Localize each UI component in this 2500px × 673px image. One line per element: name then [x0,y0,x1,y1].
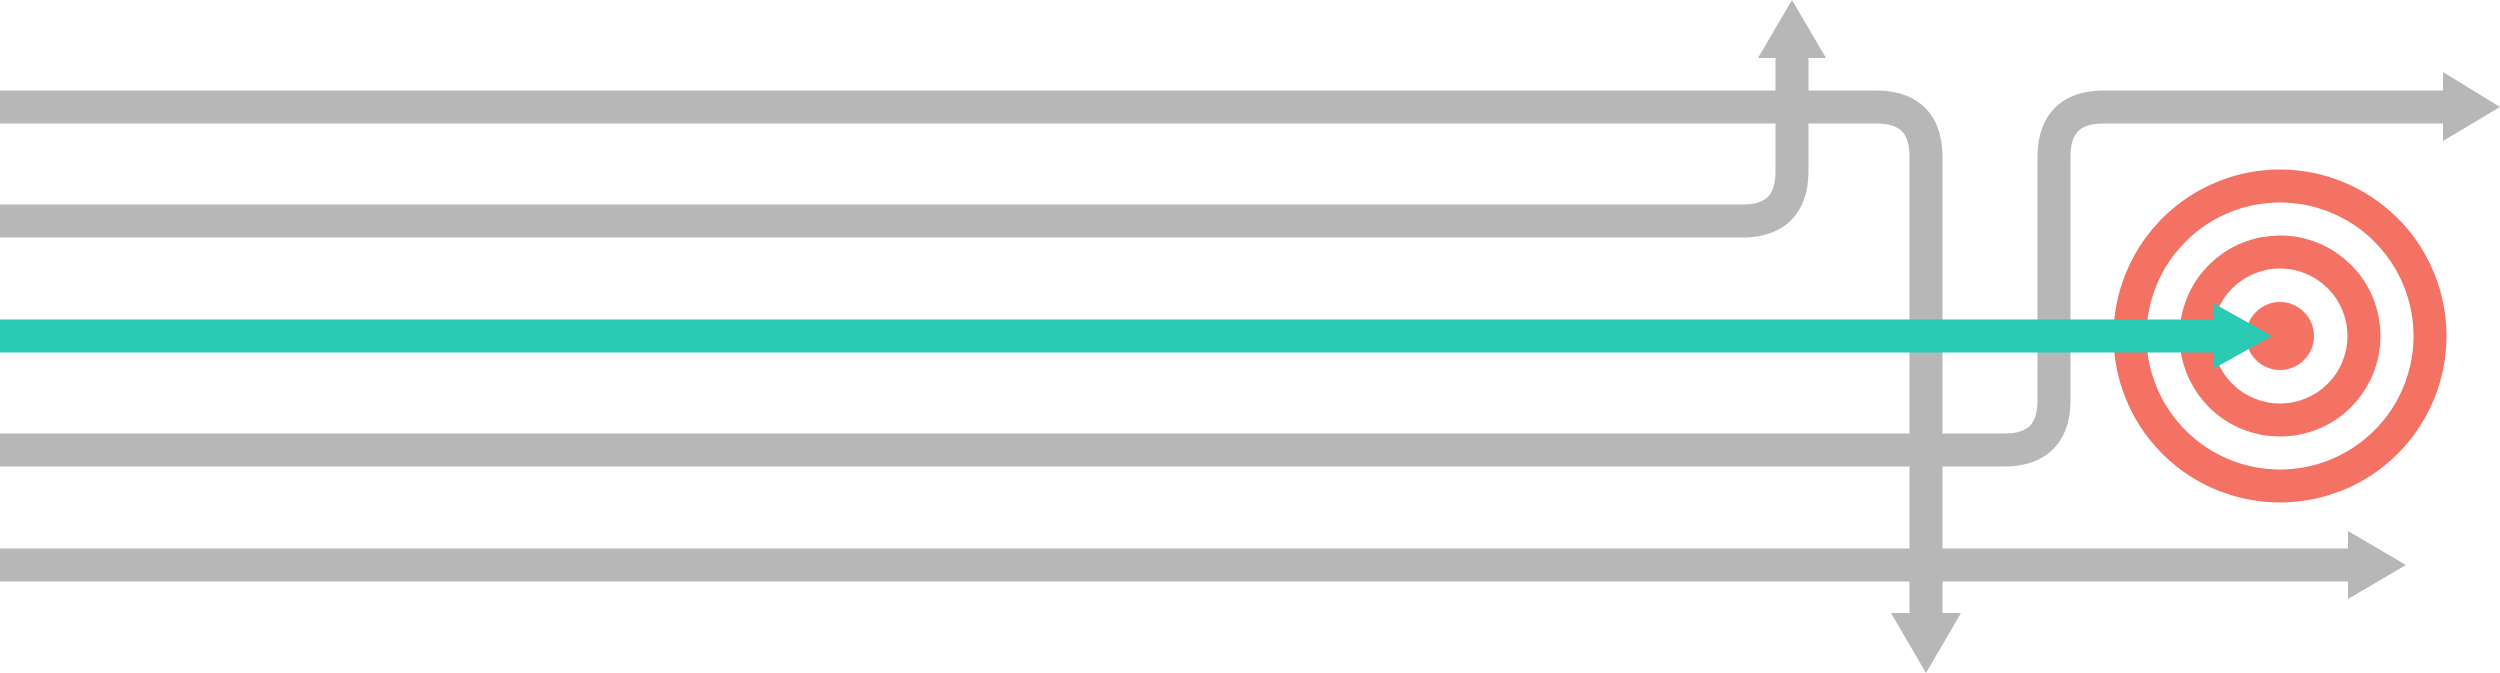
target-paths-diagram [0,0,2500,673]
